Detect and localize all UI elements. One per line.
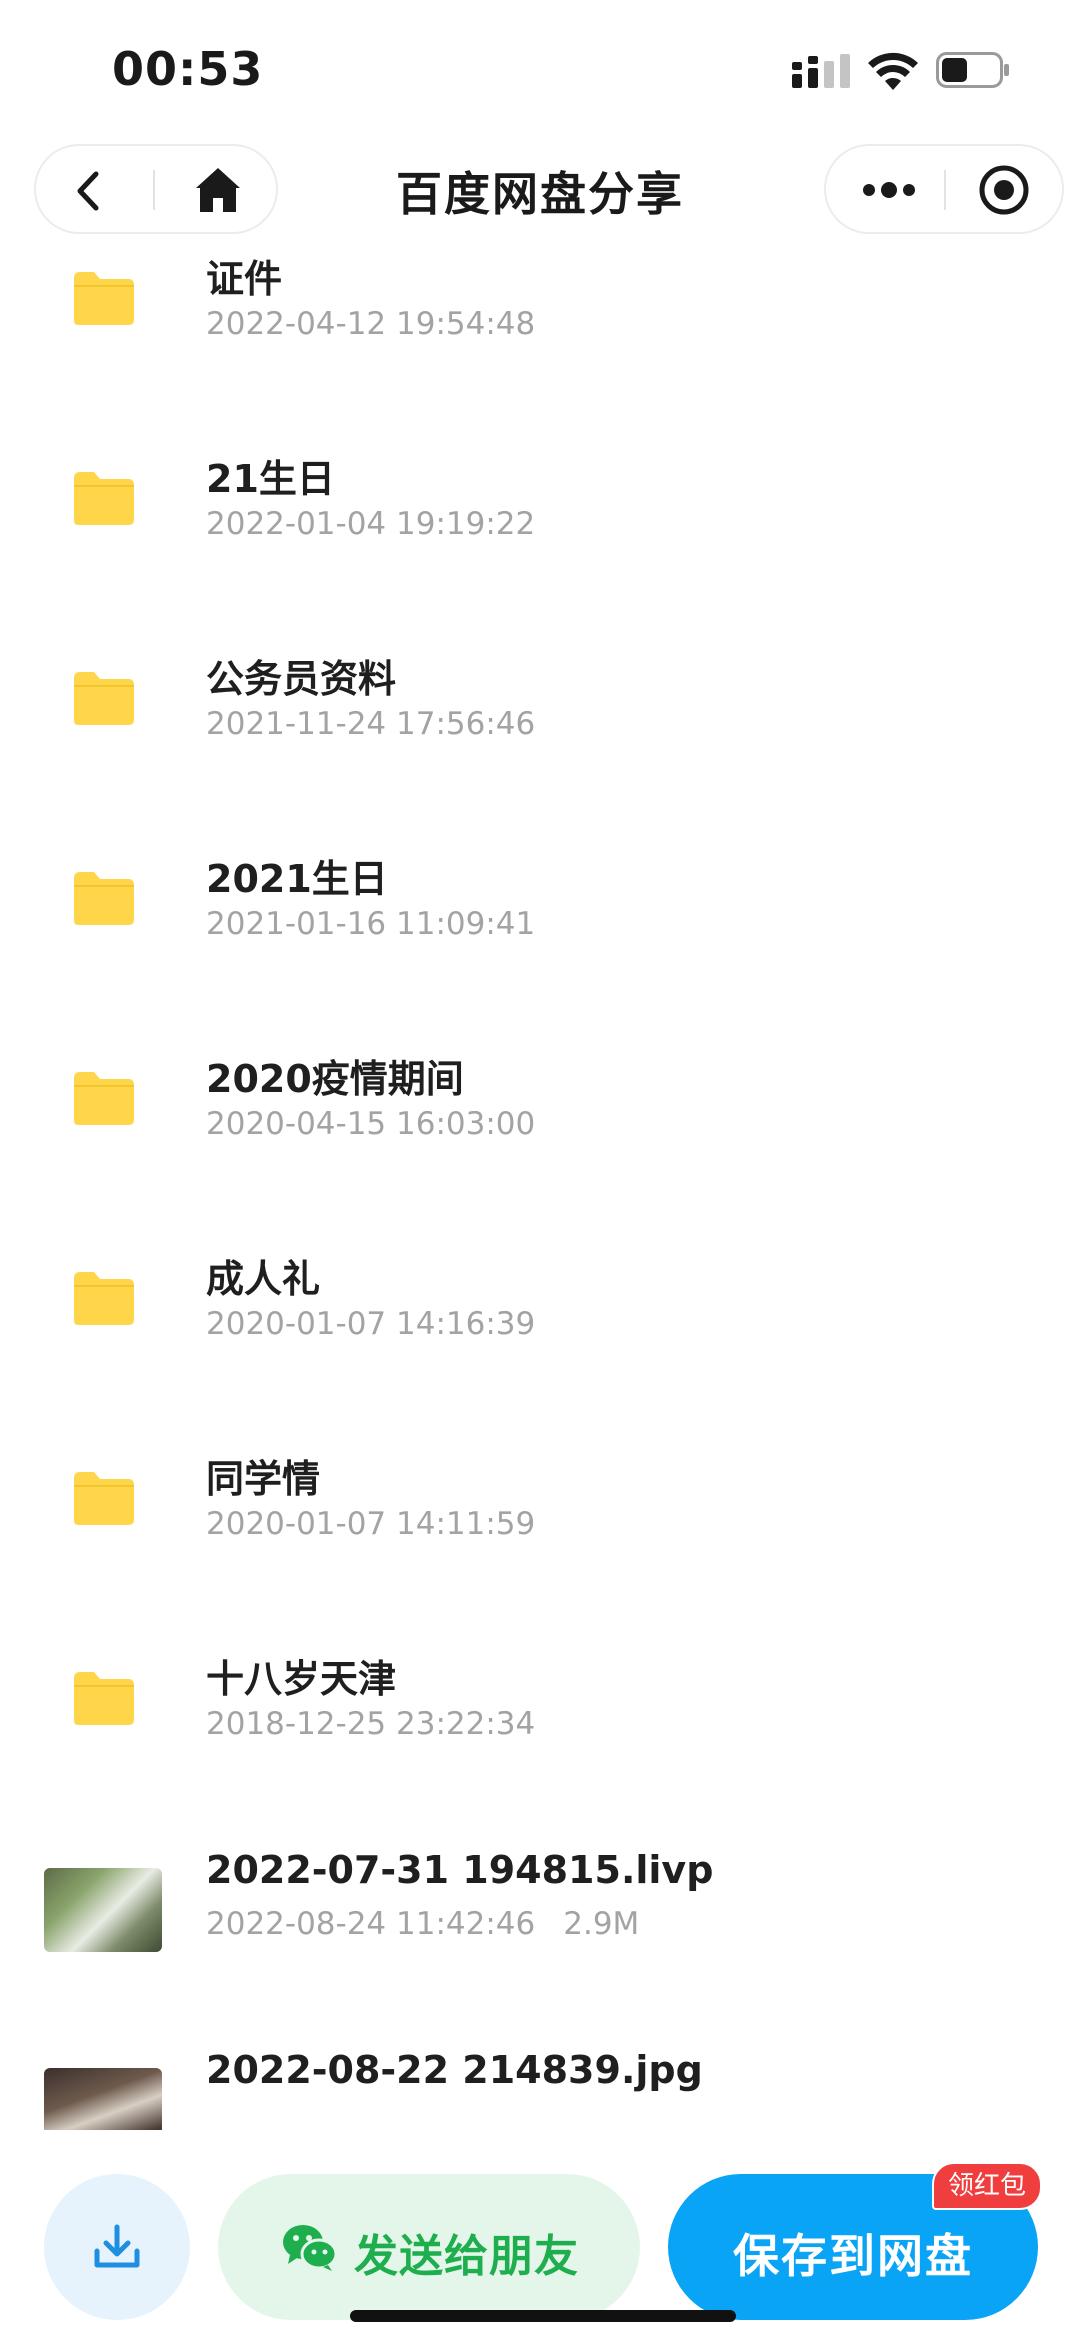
file-name: 21生日: [206, 457, 335, 501]
file-meta: 2022-01-04 19:19:22: [206, 506, 535, 542]
file-meta: 2021-01-16 11:09:41: [206, 906, 535, 942]
folder-icon: [74, 272, 134, 325]
folder-row[interactable]: 公务员资料 2021-11-24 17:56:46: [0, 596, 1080, 796]
file-date: 2020-04-15 16:03:00: [206, 1106, 536, 1142]
file-name: 2022-08-22 214839.jpg: [206, 2048, 703, 2092]
send-to-friend-button[interactable]: 发送给朋友: [218, 2174, 640, 2320]
home-indicator: [350, 2310, 736, 2322]
folder-icon: [74, 872, 134, 925]
folder-icon: [74, 1272, 134, 1325]
file-size: 2.9M: [563, 1906, 640, 1942]
folder-icon: [74, 1472, 134, 1525]
nav-capsule-left: [34, 144, 278, 234]
folder-row[interactable]: 同学情 2020-01-07 14:11:59: [0, 1396, 1080, 1596]
file-meta: 2020-01-07 14:16:39: [206, 1306, 535, 1342]
photo-thumbnail: [44, 2068, 162, 2130]
file-name: 公务员资料: [206, 657, 397, 701]
folder-row[interactable]: 2021生日 2021-01-16 11:09:41: [0, 796, 1080, 996]
file-meta: 2018-12-25 23:22:34: [206, 1706, 535, 1742]
file-meta: 2022-08-24 11:42:46 2.9M: [206, 1906, 639, 1942]
capsule-divider: [944, 170, 946, 210]
file-date: 2021-01-16 11:09:41: [206, 906, 536, 942]
folder-row[interactable]: 证件 2022-04-12 19:54:48: [0, 240, 1080, 396]
file-meta: 2020-04-15 16:03:00: [206, 1106, 535, 1142]
file-name: 十八岁天津: [206, 1657, 397, 1701]
file-date: 2018-12-25 23:22:34: [206, 1706, 536, 1742]
file-name: 2021生日: [206, 857, 388, 901]
battery-icon: [936, 52, 1009, 88]
send-to-friend-label: 发送给朋友: [354, 2231, 579, 2282]
file-meta: 2021-11-24 17:56:46: [206, 706, 535, 742]
file-date: 2022-08-24 11:42:46: [206, 1906, 536, 1942]
folder-row[interactable]: 十八岁天津 2018-12-25 23:22:34: [0, 1596, 1080, 1796]
file-date: 2020-01-07 14:11:59: [206, 1506, 536, 1542]
file-row[interactable]: 2022-08-22 214839.jpg: [0, 1996, 1080, 2130]
file-name: 同学情: [206, 1457, 321, 1501]
folder-icon: [74, 1072, 134, 1125]
save-to-netdisk-label: 保存到网盘: [733, 2229, 973, 2283]
folder-row[interactable]: 21生日 2022-01-04 19:19:22: [0, 396, 1080, 596]
folder-icon: [74, 672, 134, 725]
file-meta: 2020-01-07 14:11:59: [206, 1506, 535, 1542]
folder-icon: [74, 1672, 134, 1725]
file-name: 2022-07-31 194815.livp: [206, 1848, 714, 1892]
folder-row[interactable]: 2020疫情期间 2020-04-15 16:03:00: [0, 996, 1080, 1196]
wechat-icon: [283, 2225, 338, 2271]
status-bar: 00:53: [0, 0, 1080, 140]
more-dots-icon[interactable]: [860, 172, 918, 208]
file-date: 2022-01-04 19:19:22: [206, 506, 536, 542]
nav-capsule-right: [824, 144, 1064, 234]
photo-thumbnail: [44, 1868, 162, 1952]
file-date: 2022-04-12 19:54:48: [206, 306, 536, 342]
download-button[interactable]: [44, 2174, 190, 2320]
folder-icon: [74, 472, 134, 525]
red-packet-badge[interactable]: 领红包: [932, 2162, 1043, 2210]
nav-bar: 百度网盘分享: [0, 140, 1080, 240]
file-name: 证件: [206, 257, 283, 301]
page-title: 百度网盘分享: [396, 167, 684, 221]
download-icon: [94, 2224, 140, 2268]
folder-row[interactable]: 成人礼 2020-01-07 14:16:39: [0, 1196, 1080, 1396]
status-time: 00:53: [112, 42, 264, 96]
bottom-action-bar: 发送给朋友 保存到网盘 领红包: [0, 2130, 1080, 2337]
home-icon[interactable]: [190, 162, 246, 218]
target-circle-icon[interactable]: [978, 164, 1030, 216]
capsule-divider: [153, 170, 155, 210]
file-row[interactable]: 2022-07-31 194815.livp 2022-08-24 11:42:4…: [0, 1796, 1080, 1996]
chevron-left-icon[interactable]: [64, 166, 114, 216]
file-meta: 2022-04-12 19:54:48: [206, 306, 535, 342]
file-name: 2020疫情期间: [206, 1057, 464, 1101]
file-date: 2021-11-24 17:56:46: [206, 706, 536, 742]
file-name: 成人礼: [206, 1257, 321, 1301]
file-date: 2020-01-07 14:16:39: [206, 1306, 536, 1342]
wifi-icon: [868, 52, 918, 90]
file-list: 证件 2022-04-12 19:54:48 21生日 2022-01-04 19:1…: [0, 240, 1080, 2130]
signal-icon: [792, 54, 850, 88]
